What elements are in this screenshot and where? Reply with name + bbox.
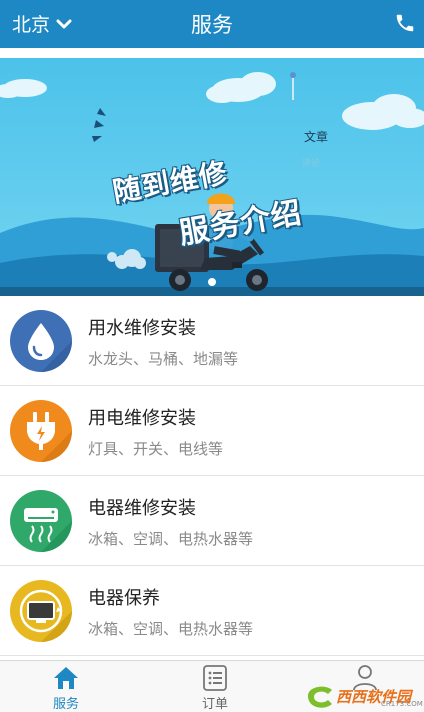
service-name: 电器保养 bbox=[88, 588, 160, 609]
phone-icon[interactable] bbox=[394, 12, 416, 34]
page-title: 服务 bbox=[191, 13, 233, 37]
top-bar: 北京 服务 bbox=[0, 0, 424, 48]
watermark-sub: CR173.COM bbox=[381, 700, 423, 708]
list-icon bbox=[203, 665, 227, 691]
service-list: 用水维修安装 水龙头、马桶、地漏等 用电维修安装 灯具、开关、电线等 电器维修安… bbox=[0, 296, 424, 656]
tab-service[interactable]: 服务 bbox=[21, 665, 111, 712]
home-icon bbox=[54, 667, 78, 689]
service-desc: 冰箱、空调、电热水器等 bbox=[88, 530, 254, 548]
banner-tag-article: 文章 bbox=[304, 130, 329, 144]
plug-icon bbox=[10, 400, 72, 462]
tv-icon bbox=[10, 580, 72, 642]
service-desc: 水龙头、马桶、地漏等 bbox=[88, 350, 239, 368]
service-item-electric[interactable]: 用电维修安装 灯具、开关、电线等 bbox=[0, 386, 424, 476]
tab-service-label: 服务 bbox=[52, 697, 79, 712]
service-item-appliance[interactable]: 电器维修安装 冰箱、空调、电热水器等 bbox=[0, 476, 424, 566]
service-desc: 灯具、开关、电线等 bbox=[88, 440, 224, 458]
tab-order-label: 订单 bbox=[201, 697, 228, 712]
air-conditioner-icon bbox=[10, 490, 72, 552]
service-name: 用电维修安装 bbox=[88, 408, 196, 429]
service-desc: 冰箱、空调、电热水器等 bbox=[88, 620, 254, 638]
service-name: 用水维修安装 bbox=[88, 318, 196, 339]
banner-tag-comment: 评论 bbox=[302, 159, 321, 169]
tab-order[interactable]: 订单 bbox=[170, 665, 260, 712]
service-item-maintenance[interactable]: 电器保养 冰箱、空调、电热水器等 bbox=[0, 566, 424, 656]
promo-banner[interactable]: 随到维修 服务介绍 文章 评论 bbox=[0, 58, 424, 296]
service-item-water[interactable]: 用水维修安装 水龙头、马桶、地漏等 bbox=[0, 296, 424, 386]
carousel-dot[interactable] bbox=[208, 278, 216, 286]
water-drop-icon bbox=[10, 310, 72, 372]
service-name: 电器维修安装 bbox=[88, 498, 196, 519]
carousel-indicator bbox=[0, 278, 424, 286]
